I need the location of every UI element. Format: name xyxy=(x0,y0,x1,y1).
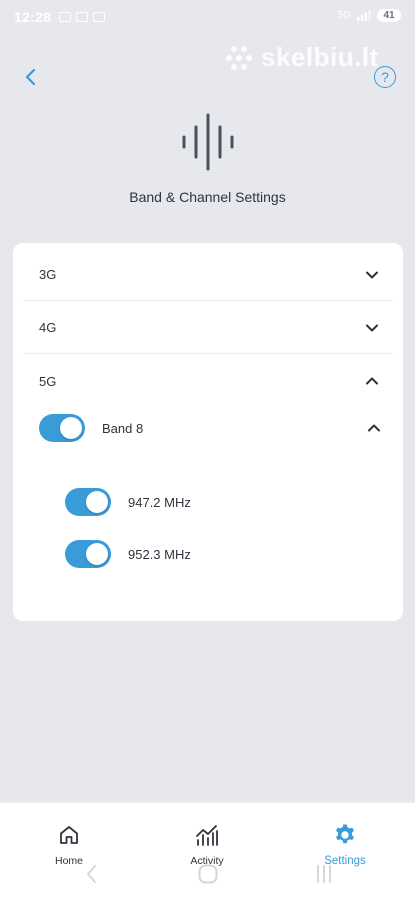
status-right: 5G 41 xyxy=(338,9,401,22)
watermark-text: skelbiu.lt xyxy=(261,42,379,72)
chevron-down-icon[interactable] xyxy=(365,268,379,282)
battery-level: 41 xyxy=(377,9,401,22)
nav-activity[interactable]: Activity xyxy=(162,823,252,867)
nav-home[interactable]: Home xyxy=(24,823,114,867)
system-back-icon[interactable] xyxy=(80,862,104,886)
system-recents-icon[interactable] xyxy=(312,862,336,886)
channel-toggle[interactable] xyxy=(65,540,111,568)
network-type: 5G xyxy=(337,10,351,21)
band-waveform-icon xyxy=(182,113,234,171)
nav-settings[interactable]: Settings xyxy=(300,823,390,867)
signal-icon xyxy=(357,10,371,21)
message-icon xyxy=(93,12,106,22)
channel-row: 947.2 MHz xyxy=(65,485,191,519)
channel-label: 952.3 MHz xyxy=(128,546,191,562)
accordion-3g[interactable]: 3G xyxy=(23,249,393,301)
notification-icons xyxy=(59,12,106,22)
accordion-4g-label: 4G xyxy=(39,320,57,335)
toggle-knob xyxy=(60,417,82,439)
status-time: 12:28 xyxy=(14,9,52,25)
watermark: skelbiu.lt xyxy=(225,42,379,73)
toggle-knob xyxy=(86,491,108,513)
chevron-down-icon[interactable] xyxy=(365,321,379,335)
chevron-up-icon[interactable] xyxy=(367,421,381,435)
accordion-3g-label: 3G xyxy=(39,267,57,282)
band-label: Band 8 xyxy=(102,420,144,436)
screenshot-icon xyxy=(59,12,72,22)
system-nav-bar xyxy=(0,862,415,890)
page-title: Band & Channel Settings xyxy=(129,189,286,205)
accordion-5g-label: 5G xyxy=(39,373,57,389)
watermark-logo-icon xyxy=(226,45,252,70)
help-icon: ? xyxy=(381,69,389,85)
status-bar: 12:28 5G 41 xyxy=(0,0,415,38)
channel-toggle[interactable] xyxy=(65,488,111,516)
activity-chart-icon xyxy=(196,825,218,846)
system-home-icon[interactable] xyxy=(196,862,220,886)
accordion-4g[interactable]: 4G xyxy=(23,302,393,354)
status-left: 12:28 xyxy=(14,9,106,25)
help-button[interactable]: ? xyxy=(374,66,396,88)
channel-label: 947.2 MHz xyxy=(128,494,191,510)
back-arrow-icon[interactable] xyxy=(20,66,42,88)
toggle-knob xyxy=(86,543,108,565)
gear-icon xyxy=(336,824,354,844)
home-icon xyxy=(60,826,78,844)
channel-row: 952.3 MHz xyxy=(65,537,191,571)
band-row: Band 8 xyxy=(39,411,385,445)
band-settings-card: 3G 4G 5G Band 8 947.2 MHz 952.3 MHz xyxy=(13,243,403,621)
chevron-up-icon[interactable] xyxy=(365,374,379,388)
media-icon xyxy=(76,12,89,22)
accordion-5g[interactable]: 5G xyxy=(23,355,393,407)
band-toggle[interactable] xyxy=(39,414,85,442)
